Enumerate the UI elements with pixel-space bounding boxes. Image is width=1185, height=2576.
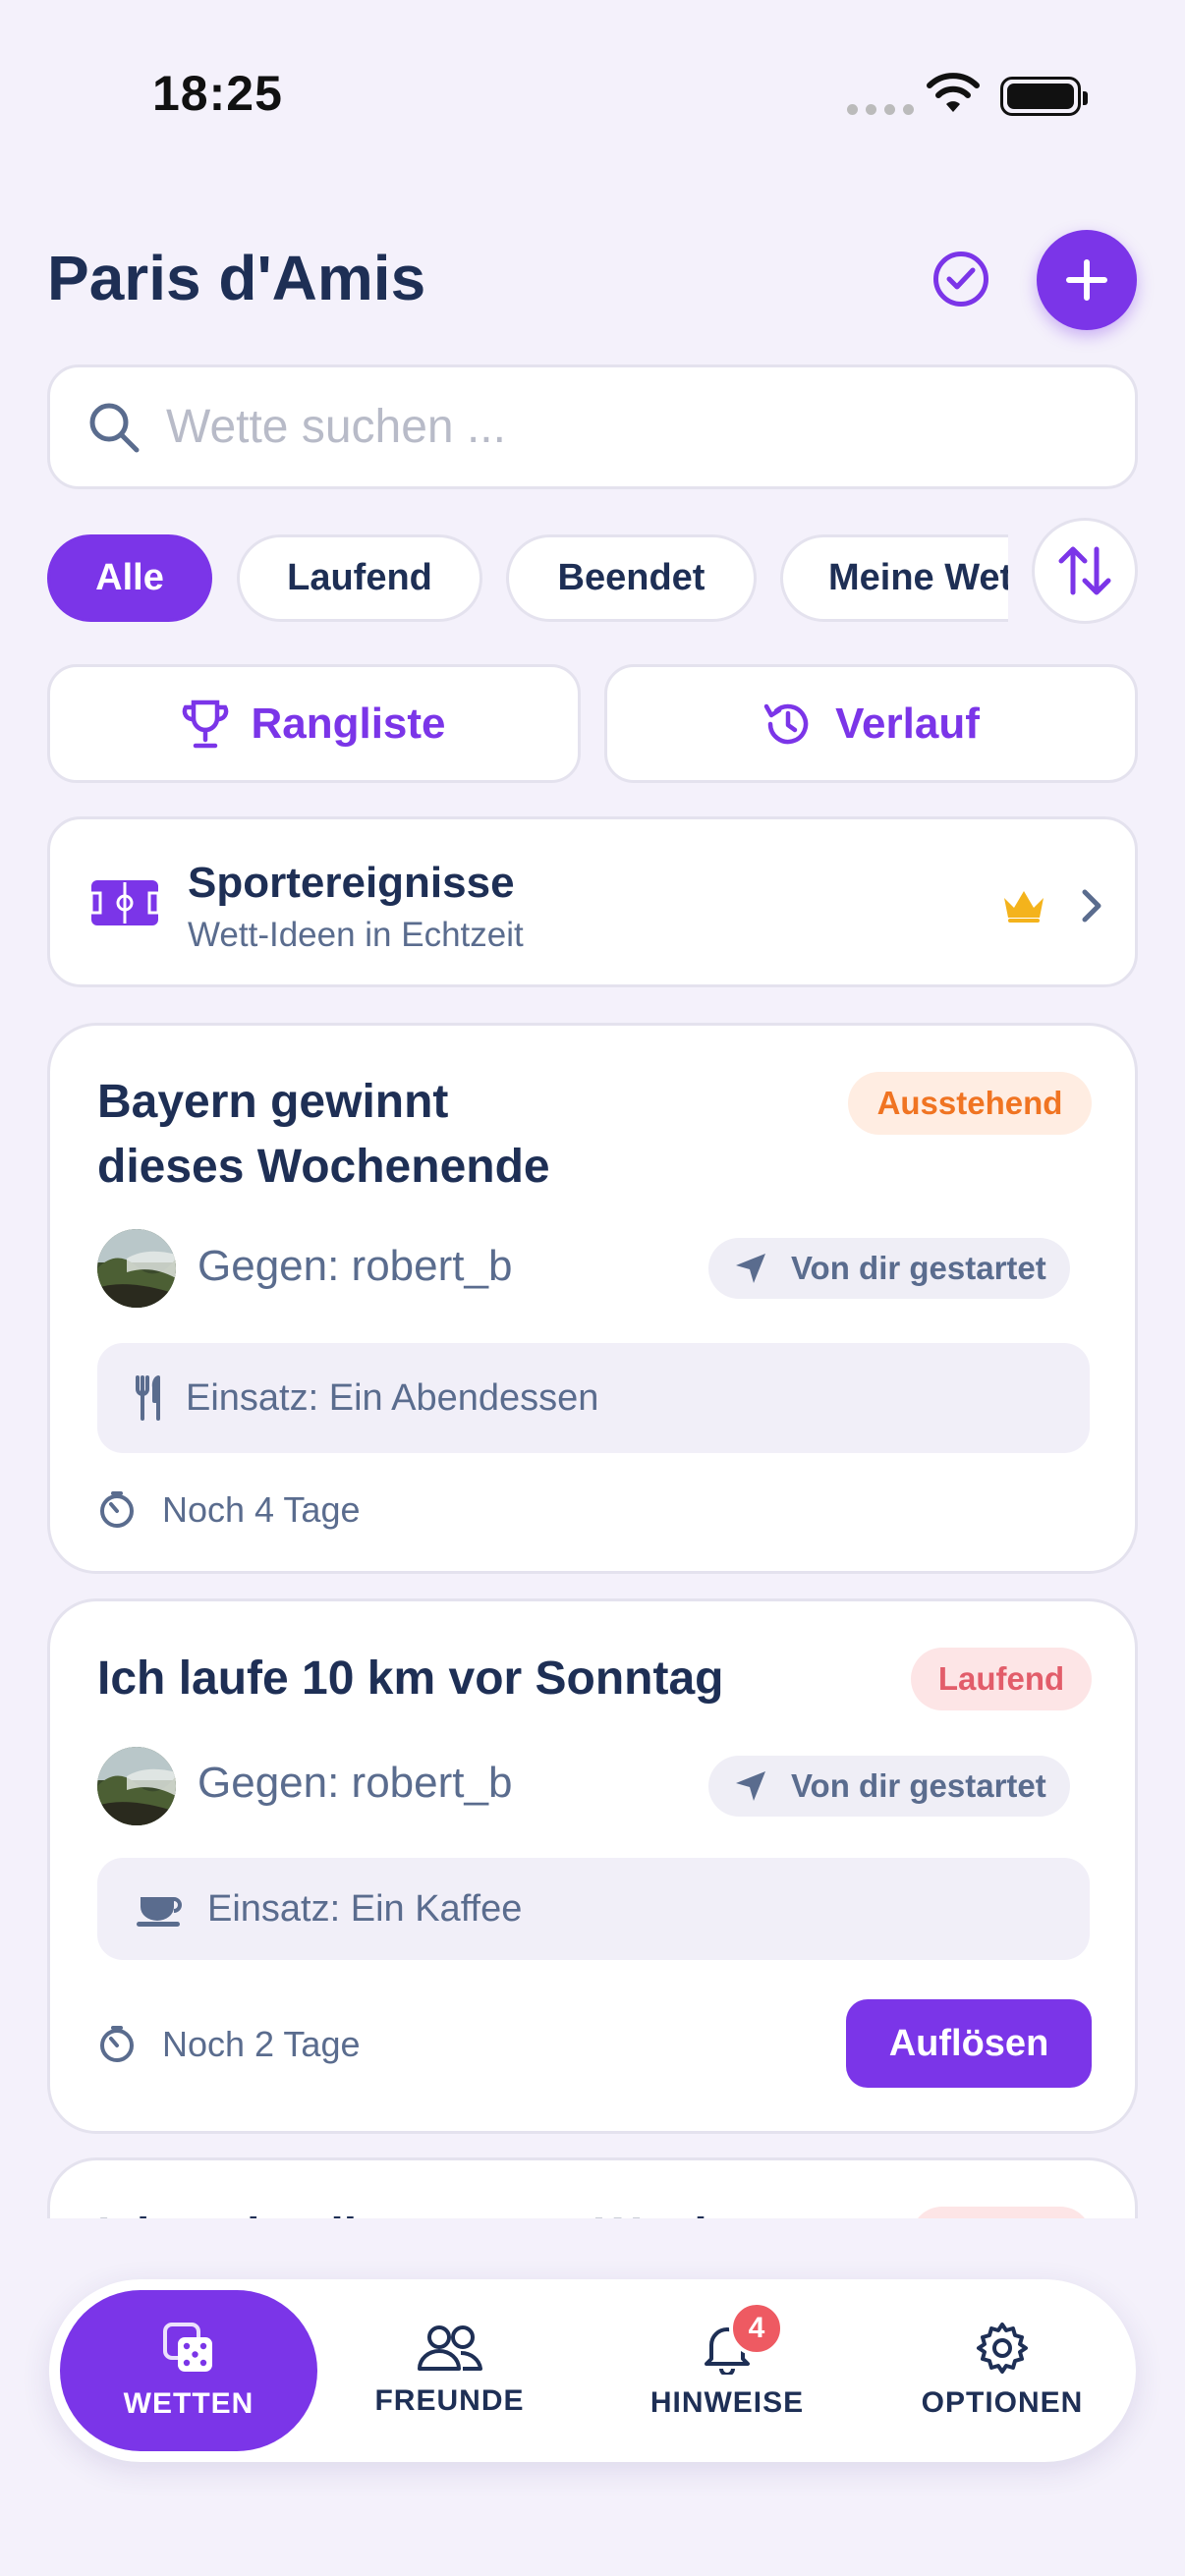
chevron-right-icon bbox=[1082, 889, 1101, 923]
stake-label: Einsatz: Ein Abendessen bbox=[186, 1376, 599, 1419]
tab-options[interactable]: OPTIONEN bbox=[894, 2279, 1110, 2462]
bet-title-line: dieses Wochenende bbox=[97, 1141, 550, 1193]
time-remaining: Noch 2 Tage bbox=[97, 2024, 360, 2065]
tab-notifications[interactable]: HINWEISE bbox=[619, 2279, 835, 2462]
filter-chip-running[interactable]: Laufend bbox=[237, 534, 482, 622]
search-bar[interactable] bbox=[47, 364, 1138, 489]
leaderboard-label: Rangliste bbox=[251, 699, 446, 748]
time-remaining-label: Noch 4 Tage bbox=[162, 1489, 361, 1530]
send-icon bbox=[736, 1771, 765, 1801]
search-input[interactable] bbox=[166, 400, 1050, 454]
bet-title: Ich laufe 10 km vor Sonntag bbox=[97, 1652, 724, 1705]
timer-icon bbox=[100, 1491, 134, 1528]
search-icon bbox=[89, 403, 140, 452]
sport-banner-title: Sportereignisse bbox=[188, 859, 515, 907]
tab-friends[interactable]: FREUNDE bbox=[344, 2279, 555, 2462]
sort-arrows-icon bbox=[1058, 546, 1111, 595]
bet-card[interactable]: Bayern gewinnt dieses Wochenende Aussteh… bbox=[47, 1023, 1138, 1574]
timer-icon bbox=[100, 2026, 134, 2062]
sport-banner-subtitle: Wett-Ideen in Echtzeit bbox=[188, 916, 524, 954]
status-badge: Ausstehend bbox=[848, 1072, 1092, 1135]
check-circle-button[interactable] bbox=[933, 252, 988, 307]
started-by-label: Von dir gestartet bbox=[791, 1250, 1046, 1286]
trophy-icon bbox=[183, 700, 229, 748]
tab-options-label: OPTIONEN bbox=[921, 2386, 1084, 2419]
bottom-tab-bar: WETTEN FREUNDE HINWEISE 4 OPTIONEN bbox=[49, 2279, 1136, 2462]
started-by-badge: Von dir gestartet bbox=[708, 1756, 1070, 1817]
bet-title: Bayern gewinnt dieses Wochenende bbox=[97, 1070, 550, 1200]
users-icon bbox=[417, 2325, 482, 2371]
bet-card[interactable]: Ich laufe 10 km vor Sonntag Laufend Gege… bbox=[47, 1598, 1138, 2134]
started-by-label: Von dir gestartet bbox=[791, 1767, 1046, 1804]
stake-label: Einsatz: Ein Kaffee bbox=[207, 1887, 523, 1930]
bet-card[interactable]: Ich stehe diese ganze Woche... bbox=[47, 2157, 1138, 2218]
gear-icon bbox=[977, 2323, 1028, 2374]
soccer-field-icon bbox=[89, 880, 160, 925]
started-by-badge: Von dir gestartet bbox=[708, 1238, 1070, 1299]
status-badge: Laufend bbox=[911, 1648, 1092, 1710]
filter-chip-finished[interactable]: Beendet bbox=[506, 534, 757, 622]
plus-icon bbox=[1066, 259, 1107, 301]
crown-icon bbox=[1004, 891, 1044, 923]
opponent-name: Gegen: robert_b bbox=[198, 1242, 513, 1290]
status-time: 18:25 bbox=[152, 66, 283, 121]
tab-bets-label: WETTEN bbox=[123, 2387, 254, 2420]
tab-friends-label: FREUNDE bbox=[374, 2384, 525, 2417]
bet-title-line: Bayern gewinnt bbox=[97, 1076, 449, 1128]
dice-icon bbox=[163, 2323, 212, 2372]
resolve-button[interactable]: Auflösen bbox=[846, 1999, 1092, 2088]
leaderboard-button[interactable]: Rangliste bbox=[47, 664, 581, 783]
battery-icon bbox=[1000, 77, 1088, 116]
stake-box: Einsatz: Ein Abendessen bbox=[97, 1343, 1090, 1453]
fork-knife-icon bbox=[136, 1375, 160, 1421]
tab-notifications-label: HINWEISE bbox=[649, 2386, 805, 2419]
bet-title: Ich stehe diese ganze Woche... bbox=[97, 2204, 788, 2218]
add-bet-button[interactable] bbox=[1037, 230, 1137, 330]
sort-button[interactable] bbox=[1032, 518, 1138, 624]
history-icon bbox=[763, 703, 809, 744]
wifi-icon bbox=[927, 73, 980, 112]
notification-count-badge: 4 bbox=[729, 2301, 784, 2356]
cellular-icon bbox=[847, 104, 914, 115]
filter-chip-mine[interactable]: Meine Wetten bbox=[780, 534, 1008, 622]
status-badge bbox=[911, 2207, 1092, 2218]
opponent-name: Gegen: robert_b bbox=[198, 1759, 513, 1807]
time-remaining-label: Noch 2 Tage bbox=[162, 2024, 361, 2064]
avatar bbox=[97, 1747, 176, 1825]
coffee-cup-icon bbox=[137, 1897, 182, 1927]
history-label: Verlauf bbox=[835, 699, 980, 748]
bet-card-clip: Ich stehe diese ganze Woche... bbox=[47, 2157, 1138, 2218]
time-remaining: Noch 4 Tage bbox=[97, 1489, 360, 1531]
check-icon bbox=[946, 267, 976, 290]
tab-bets[interactable]: WETTEN bbox=[60, 2290, 317, 2451]
avatar bbox=[97, 1229, 176, 1308]
stake-box: Einsatz: Ein Kaffee bbox=[97, 1858, 1090, 1960]
sport-events-banner[interactable]: Sportereignisse Wett-Ideen in Echtzeit bbox=[47, 816, 1138, 987]
history-button[interactable]: Verlauf bbox=[604, 664, 1138, 783]
filter-chip-all[interactable]: Alle bbox=[47, 534, 212, 622]
page-title: Paris d'Amis bbox=[47, 243, 426, 313]
send-icon bbox=[736, 1254, 765, 1283]
